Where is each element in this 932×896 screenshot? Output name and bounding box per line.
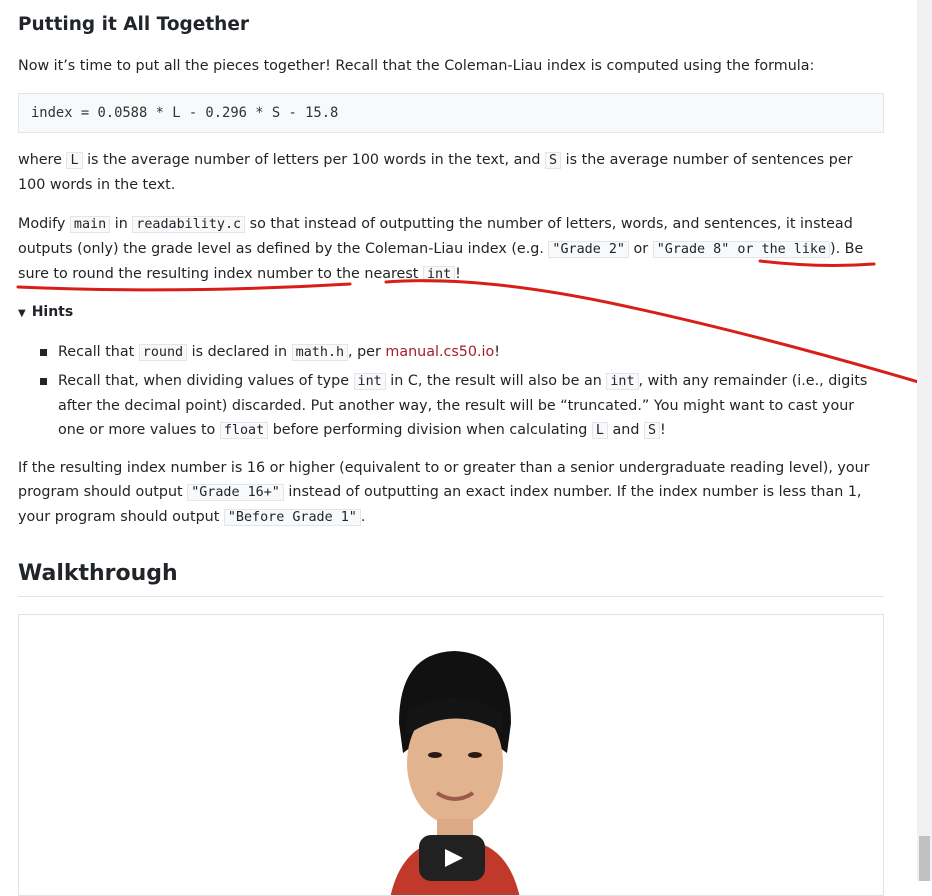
hint-item-round: Recall that round is declared in math.h,… <box>18 340 884 365</box>
triangle-down-icon: ▼ <box>18 308 26 319</box>
video-player[interactable] <box>18 614 884 896</box>
code-grade-8: "Grade 8" or the like <box>652 241 831 258</box>
play-button[interactable] <box>419 835 485 881</box>
code-int: int <box>422 266 456 283</box>
code-readability: readability.c <box>132 216 246 233</box>
scrollbar-thumb[interactable] <box>919 836 930 881</box>
code-L: L <box>66 152 83 169</box>
result-paragraph: If the resulting index number is 16 or h… <box>18 460 870 526</box>
scrollbar[interactable] <box>917 0 932 881</box>
code-int: int <box>353 373 386 390</box>
code-int: int <box>606 373 639 390</box>
code-before-grade-1: "Before Grade 1" <box>223 509 361 526</box>
code-grade-16: "Grade 16+" <box>187 484 284 501</box>
code-S: S <box>545 152 562 169</box>
code-math-h: math.h <box>291 344 349 361</box>
hint-item-division: Recall that, when dividing values of typ… <box>18 369 884 443</box>
section-title: Putting it All Together <box>18 14 250 35</box>
code-grade-2: "Grade 2" <box>548 241 629 258</box>
code-L: L <box>591 422 608 439</box>
modify-paragraph: Modify main in readability.c so that ins… <box>18 216 864 283</box>
intro-paragraph: Now it’s time to put all the pieces toge… <box>18 58 815 74</box>
code-round: round <box>138 344 188 361</box>
code-float: float <box>219 422 269 439</box>
walkthrough-heading: Walkthrough <box>18 558 884 597</box>
manual-link[interactable]: manual.cs50.io <box>385 344 494 360</box>
formula-text: index = 0.0588 * L - 0.296 * S - 15.8 <box>31 105 339 121</box>
where-paragraph: where L is the average number of letters… <box>18 152 853 193</box>
code-S: S <box>643 422 661 439</box>
hints-toggle[interactable]: ▼ Hints <box>18 300 73 326</box>
code-main: main <box>69 216 111 233</box>
hints-label: Hints <box>31 304 74 320</box>
hints-list: Recall that round is declared in math.h,… <box>18 340 884 443</box>
formula-code-block: index = 0.0588 * L - 0.296 * S - 15.8 <box>18 93 884 133</box>
